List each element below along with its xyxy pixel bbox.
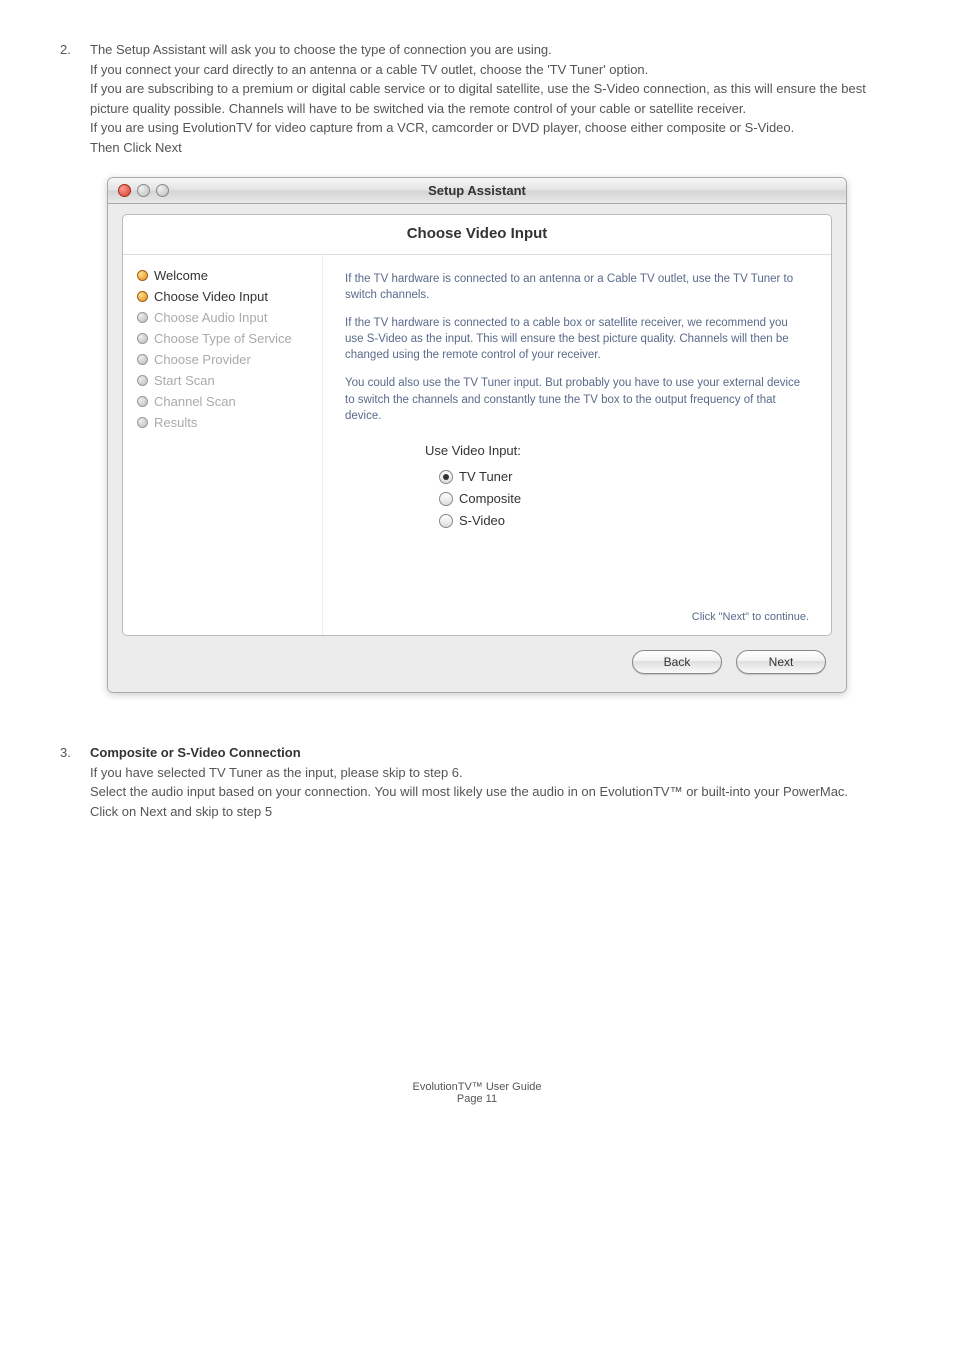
sidebar-item-label: Choose Video Input [154,289,268,304]
sidebar-item-choose-type-of-service: Choose Type of Service [137,328,322,349]
panel-content: Welcome Choose Video Input Choose Audio … [123,255,831,635]
radio-group-label: Use Video Input: [425,442,809,460]
radio-icon [439,514,453,528]
sidebar-item-label: Results [154,415,197,430]
step2-block: 2. The Setup Assistant will ask you to c… [60,40,894,157]
step3-block: 3. Composite or S-Video Connection If yo… [60,743,894,821]
radio-group: Use Video Input: TV Tuner Composite S-Vi… [425,442,809,533]
radio-icon [439,470,453,484]
bullet-icon [137,417,148,428]
radio-composite[interactable]: Composite [425,488,809,510]
bullet-icon [137,291,148,302]
button-row: Back Next [122,636,832,678]
bullet-icon [137,396,148,407]
footer-line1: EvolutionTV™ User Guide [60,1081,894,1093]
main-area: If the TV hardware is connected to an an… [323,255,831,635]
radio-label: S-Video [459,512,505,530]
radio-label: Composite [459,490,521,508]
sidebar-item-label: Choose Type of Service [154,331,292,346]
window-body: Choose Video Input Welcome Choose Video … [108,204,846,692]
titlebar[interactable]: Setup Assistant [108,178,846,204]
sidebar-item-label: Choose Provider [154,352,251,367]
panel: Choose Video Input Welcome Choose Video … [122,214,832,636]
sidebar-item-start-scan: Start Scan [137,370,322,391]
sidebar-item-label: Start Scan [154,373,215,388]
paragraph-3: You could also use the TV Tuner input. B… [345,375,809,423]
bullet-icon [137,375,148,386]
step3-heading: Composite or S-Video Connection [90,745,301,760]
bullet-icon [137,270,148,281]
step2-number: 2. [60,40,90,157]
bullet-icon [137,354,148,365]
radio-icon [439,492,453,506]
radio-tv-tuner[interactable]: TV Tuner [425,466,809,488]
bullet-icon [137,312,148,323]
hint-text: Click "Next" to continue. [345,570,809,625]
step2-text: The Setup Assistant will ask you to choo… [90,40,894,157]
traffic-lights [118,184,169,197]
sidebar-item-choose-audio-input: Choose Audio Input [137,307,322,328]
minimize-icon[interactable] [137,184,150,197]
step3-number: 3. [60,743,90,821]
sidebar-item-channel-scan: Channel Scan [137,391,322,412]
sidebar-item-choose-video-input: Choose Video Input [137,286,322,307]
close-icon[interactable] [118,184,131,197]
page-footer: EvolutionTV™ User Guide Page 11 [60,1081,894,1105]
footer-line2: Page 11 [60,1093,894,1105]
sidebar-item-choose-provider: Choose Provider [137,349,322,370]
sidebar-item-welcome: Welcome [137,265,322,286]
radio-s-video[interactable]: S-Video [425,510,809,532]
sidebar-item-label: Choose Audio Input [154,310,267,325]
panel-heading: Choose Video Input [123,215,831,255]
paragraph-1: If the TV hardware is connected to an an… [345,271,809,303]
sidebar-item-results: Results [137,412,322,433]
bullet-icon [137,333,148,344]
sidebar: Welcome Choose Video Input Choose Audio … [123,255,323,635]
back-button[interactable]: Back [632,650,722,674]
next-button[interactable]: Next [736,650,826,674]
window-title: Setup Assistant [108,183,846,198]
step3-text: Composite or S-Video Connection If you h… [90,743,894,821]
sidebar-item-label: Welcome [154,268,208,283]
zoom-icon[interactable] [156,184,169,197]
paragraph-2: If the TV hardware is connected to a cab… [345,315,809,363]
step3-body: If you have selected TV Tuner as the inp… [90,765,848,819]
sidebar-item-label: Channel Scan [154,394,236,409]
radio-label: TV Tuner [459,468,512,486]
setup-assistant-window: Setup Assistant Choose Video Input Welco… [107,177,847,693]
